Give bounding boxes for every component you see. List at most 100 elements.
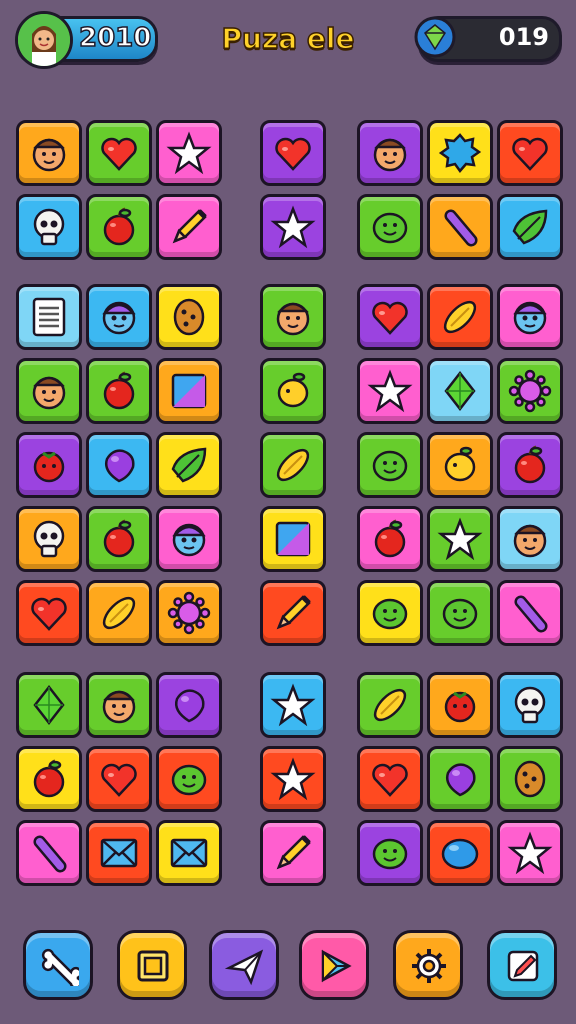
tile-virus[interactable] bbox=[156, 580, 222, 646]
tile-apple[interactable] bbox=[86, 358, 152, 424]
tile-face[interactable] bbox=[16, 120, 82, 186]
tile-skull[interactable] bbox=[16, 506, 82, 572]
smile-icon bbox=[171, 764, 207, 796]
tile-apple[interactable] bbox=[86, 506, 152, 572]
tile-virus[interactable] bbox=[497, 358, 563, 424]
square-icon bbox=[275, 521, 311, 557]
tile-bean[interactable] bbox=[260, 432, 326, 498]
tile-skull[interactable] bbox=[497, 672, 563, 738]
tile-apple[interactable] bbox=[16, 746, 82, 812]
mail-icon bbox=[100, 838, 138, 868]
robot-icon bbox=[172, 523, 206, 557]
tile-mail[interactable] bbox=[86, 820, 152, 886]
skull-icon bbox=[33, 520, 65, 558]
bean-icon bbox=[276, 448, 310, 482]
tile-pencil[interactable] bbox=[260, 820, 326, 886]
tile-grape[interactable] bbox=[156, 672, 222, 738]
tile-heart[interactable] bbox=[357, 284, 423, 350]
mail-icon bbox=[170, 838, 208, 868]
tile-grape[interactable] bbox=[427, 746, 493, 812]
tile-leaf[interactable] bbox=[497, 194, 563, 260]
tile-square[interactable] bbox=[156, 358, 222, 424]
tile-bean[interactable] bbox=[357, 672, 423, 738]
tile-gem[interactable] bbox=[16, 672, 82, 738]
tile-skull[interactable] bbox=[16, 194, 82, 260]
tile-smile[interactable] bbox=[427, 580, 493, 646]
apple-icon bbox=[33, 759, 65, 798]
tile-stick[interactable] bbox=[497, 580, 563, 646]
tile-robot[interactable] bbox=[497, 284, 563, 350]
tile-heart[interactable] bbox=[357, 746, 423, 812]
tile-smile[interactable] bbox=[357, 194, 423, 260]
tile-note[interactable] bbox=[16, 284, 82, 350]
tile-smile[interactable] bbox=[156, 746, 222, 812]
tile-robot[interactable] bbox=[156, 506, 222, 572]
tile-apple[interactable] bbox=[497, 432, 563, 498]
star-icon bbox=[166, 131, 212, 175]
stick-icon bbox=[514, 595, 548, 633]
tile-square[interactable] bbox=[260, 506, 326, 572]
play-button[interactable] bbox=[299, 930, 369, 1000]
apple-icon bbox=[374, 519, 406, 558]
tile-berry[interactable] bbox=[16, 432, 82, 498]
tile-mail[interactable] bbox=[156, 820, 222, 886]
tile-blob[interactable] bbox=[427, 120, 493, 186]
tile-star[interactable] bbox=[260, 746, 326, 812]
tile-ball[interactable] bbox=[427, 820, 493, 886]
tile-apple[interactable] bbox=[86, 194, 152, 260]
tile-star[interactable] bbox=[357, 358, 423, 424]
tile-smile[interactable] bbox=[357, 580, 423, 646]
tile-apple[interactable] bbox=[357, 506, 423, 572]
star-icon bbox=[367, 369, 413, 413]
tile-star[interactable] bbox=[260, 672, 326, 738]
tile-face[interactable] bbox=[16, 358, 82, 424]
heart-icon bbox=[101, 763, 137, 797]
tile-star[interactable] bbox=[427, 506, 493, 572]
send-button[interactable] bbox=[209, 930, 279, 1000]
tile-berry[interactable] bbox=[427, 672, 493, 738]
tile-heart[interactable] bbox=[260, 120, 326, 186]
tile-grape[interactable] bbox=[86, 432, 152, 498]
settings-button[interactable] bbox=[393, 930, 463, 1000]
tile-gem[interactable] bbox=[427, 358, 493, 424]
tile-bean[interactable] bbox=[86, 580, 152, 646]
heart-icon bbox=[372, 763, 408, 797]
tile-star[interactable] bbox=[497, 820, 563, 886]
tile-leaf[interactable] bbox=[156, 432, 222, 498]
ball-icon bbox=[441, 838, 479, 870]
tile-pencil[interactable] bbox=[156, 194, 222, 260]
tile-bean[interactable] bbox=[427, 284, 493, 350]
tile-lemon[interactable] bbox=[260, 358, 326, 424]
edit-button[interactable] bbox=[487, 930, 557, 1000]
grape-icon bbox=[446, 763, 476, 797]
tile-pencil[interactable] bbox=[260, 580, 326, 646]
tile-star[interactable] bbox=[156, 120, 222, 186]
berry-icon bbox=[33, 451, 65, 483]
tile-heart[interactable] bbox=[86, 120, 152, 186]
tile-heart[interactable] bbox=[497, 120, 563, 186]
cookie-icon bbox=[514, 760, 546, 798]
tile-stick[interactable] bbox=[16, 820, 82, 886]
tile-face[interactable] bbox=[86, 672, 152, 738]
blob-icon bbox=[438, 133, 482, 174]
tile-smile[interactable] bbox=[357, 820, 423, 886]
tile-face[interactable] bbox=[357, 120, 423, 186]
tile-robot[interactable] bbox=[86, 284, 152, 350]
bone-button[interactable] bbox=[23, 930, 93, 1000]
tile-heart[interactable] bbox=[86, 746, 152, 812]
stick-icon bbox=[444, 209, 478, 247]
tile-face[interactable] bbox=[497, 506, 563, 572]
tile-cookie[interactable] bbox=[497, 746, 563, 812]
tile-stick[interactable] bbox=[427, 194, 493, 260]
tile-heart[interactable] bbox=[16, 580, 82, 646]
grape-icon bbox=[175, 689, 205, 723]
robot-icon bbox=[102, 301, 136, 335]
tile-star[interactable] bbox=[260, 194, 326, 260]
robot-icon bbox=[513, 301, 547, 335]
tile-lemon[interactable] bbox=[427, 432, 493, 498]
tile-face[interactable] bbox=[260, 284, 326, 350]
virus-icon bbox=[508, 369, 552, 413]
tile-smile[interactable] bbox=[357, 432, 423, 498]
tile-cookie[interactable] bbox=[156, 284, 222, 350]
frame-button[interactable] bbox=[117, 930, 187, 1000]
